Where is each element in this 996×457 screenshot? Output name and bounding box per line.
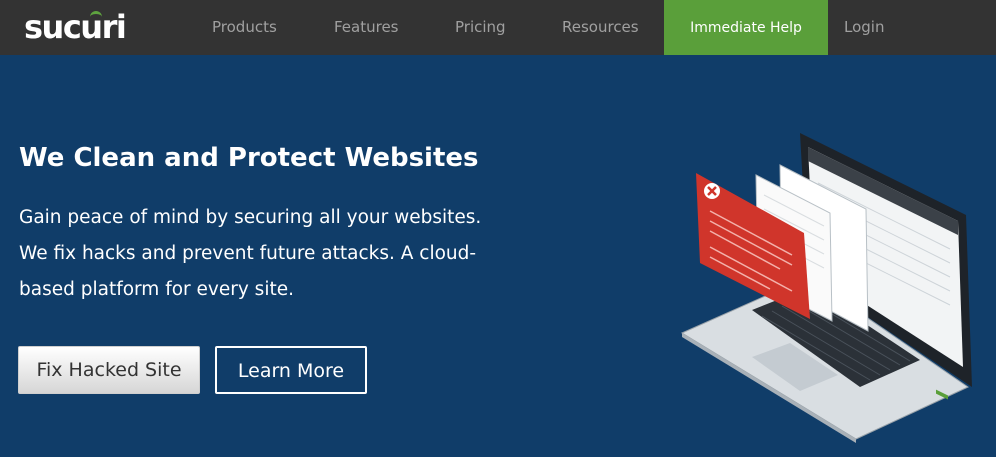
hero-title: We Clean and Protect Websites [19,143,479,173]
hero-description-line-1: Gain peace of mind by securing all your … [19,207,482,228]
sucuri-logo[interactable]: sucuri [24,8,127,46]
learn-more-button[interactable]: Learn More [215,346,367,394]
nav-link-features[interactable]: Features [334,0,399,55]
close-x-icon [704,183,720,199]
immediate-help-button[interactable]: Immediate Help [664,0,828,55]
hero-description: Gain peace of mind by securing all your … [19,200,489,308]
nav-link-resources[interactable]: Resources [562,0,639,55]
nav-link-pricing[interactable]: Pricing [455,0,506,55]
top-navbar: sucuri Products Features Pricing Resourc… [0,0,996,55]
logo-accent-mark [90,11,102,17]
logo-text: sucuri [24,8,127,46]
hero-description-line-2: We fix hacks and prevent future attacks.… [19,243,477,264]
hero-description-line-3: based platform for every site. [19,279,294,300]
nav-link-login[interactable]: Login [844,0,884,55]
nav-link-products[interactable]: Products [212,0,277,55]
fix-hacked-site-button[interactable]: Fix Hacked Site [18,346,200,394]
laptop-dashboard-illustration [680,133,972,443]
